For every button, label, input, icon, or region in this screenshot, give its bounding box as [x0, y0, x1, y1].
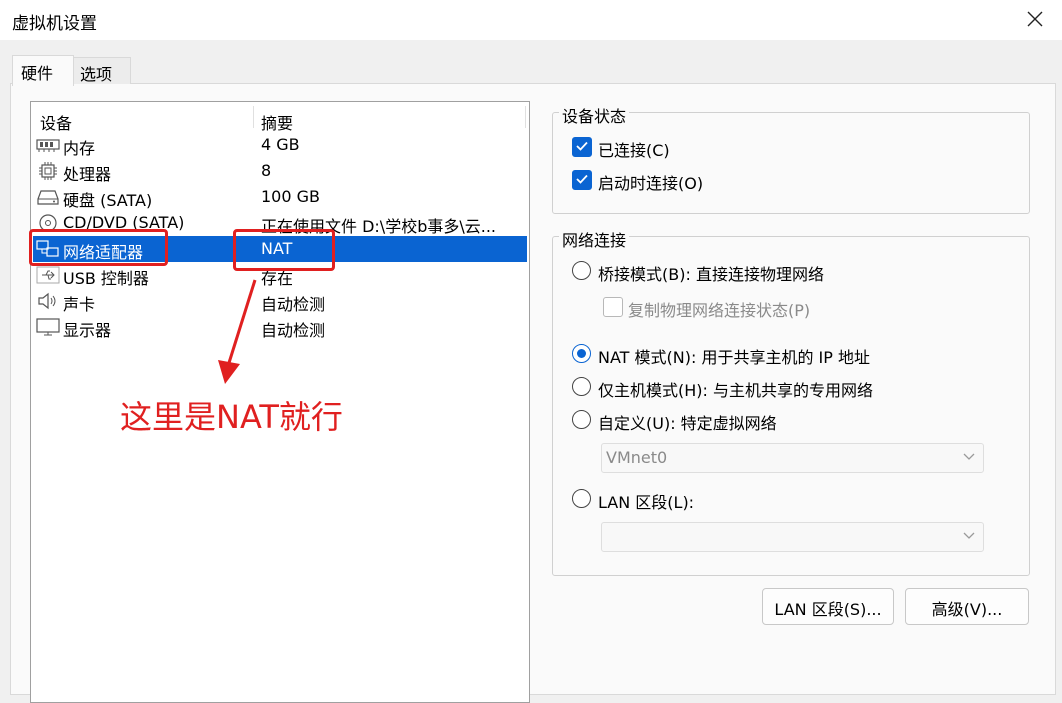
device-name: 声卡 — [63, 295, 96, 314]
close-icon — [1027, 11, 1043, 27]
device-summary: 自动检测 — [261, 321, 326, 340]
device-status-group — [552, 112, 1030, 214]
connect-at-power-on-checkbox[interactable] — [572, 170, 592, 190]
lan-segments-button-label: LAN 区段(S)... — [774, 600, 882, 619]
custom-network-select[interactable]: VMnet0 — [601, 443, 984, 473]
bridged-label[interactable]: 桥接模式(B): 直接连接物理网络 — [598, 261, 824, 285]
device-summary: 自动检测 — [261, 295, 326, 314]
custom-network-value: VMnet0 — [606, 448, 668, 467]
device-summary: 8 — [261, 161, 272, 180]
monitor-icon — [36, 318, 60, 336]
device-name: 处理器 — [63, 165, 112, 184]
close-button[interactable] — [1020, 4, 1050, 36]
lan-segment-label[interactable]: LAN 区段(L): — [598, 489, 694, 513]
nat-label[interactable]: NAT 模式(N): 用于共享主机的 IP 地址 — [598, 344, 870, 368]
lan-segment-radio[interactable] — [572, 489, 591, 508]
nat-radio[interactable] — [572, 344, 591, 363]
column-header-summary[interactable]: 摘要 — [261, 110, 293, 134]
usb-icon — [36, 266, 60, 284]
device-row-processor[interactable]: 处理器 8 — [33, 158, 527, 184]
device-summary: 4 GB — [261, 135, 300, 154]
tab-hardware-label: 硬件 — [21, 64, 54, 83]
device-name: USB 控制器 — [63, 269, 149, 288]
processor-icon — [39, 162, 57, 180]
network-connection-title: 网络连接 — [559, 227, 630, 251]
tab-options[interactable]: 选项 — [73, 57, 131, 84]
custom-label[interactable]: 自定义(U): 特定虚拟网络 — [598, 410, 777, 434]
bridged-radio[interactable] — [572, 261, 591, 280]
column-divider — [253, 106, 254, 128]
chevron-down-icon — [963, 453, 975, 460]
replicate-checkbox[interactable] — [603, 297, 623, 317]
harddisk-icon — [37, 190, 59, 205]
device-summary: 100 GB — [261, 187, 320, 206]
speaker-icon — [38, 292, 56, 310]
advanced-button[interactable]: 高级(V)... — [905, 588, 1029, 625]
connected-checkbox[interactable] — [572, 137, 592, 157]
device-row-display[interactable]: 显示器 自动检测 — [33, 314, 527, 340]
tab-hardware[interactable]: 硬件 — [12, 55, 74, 86]
device-row-sound[interactable]: 声卡 自动检测 — [33, 288, 527, 314]
checkmark-icon — [576, 174, 588, 184]
column-divider — [525, 106, 526, 128]
device-name: 显示器 — [63, 321, 112, 340]
host-only-radio[interactable] — [572, 377, 591, 396]
column-header-device[interactable]: 设备 — [40, 110, 72, 134]
annotation-arrow-icon — [218, 279, 257, 384]
device-status-title: 设备状态 — [559, 103, 630, 127]
connected-label[interactable]: 已连接(C) — [598, 137, 670, 161]
device-name: 硬盘 (SATA) — [63, 191, 153, 210]
lan-segment-select[interactable] — [601, 522, 984, 552]
checkmark-icon — [576, 141, 588, 151]
replicate-label[interactable]: 复制物理网络连接状态(P) — [628, 297, 810, 321]
device-row-harddisk[interactable]: 硬盘 (SATA) 100 GB — [33, 184, 527, 210]
highlight-box-network-adapter — [29, 229, 168, 266]
annotation-text: 这里是NAT就行 — [120, 398, 343, 436]
device-name: 内存 — [63, 139, 96, 158]
lan-segments-button[interactable]: LAN 区段(S)... — [762, 588, 894, 625]
title-bar: 虚拟机设置 — [0, 0, 1062, 40]
device-row-memory[interactable]: 内存 4 GB — [33, 132, 527, 158]
advanced-button-label: 高级(V)... — [931, 600, 1003, 619]
window-title: 虚拟机设置 — [12, 14, 97, 34]
host-only-label[interactable]: 仅主机模式(H): 与主机共享的专用网络 — [598, 377, 873, 401]
memory-icon — [36, 139, 60, 152]
highlight-box-nat — [233, 229, 335, 271]
connect-at-power-on-label[interactable]: 启动时连接(O) — [598, 170, 703, 194]
chevron-down-icon — [963, 532, 975, 539]
custom-radio[interactable] — [572, 410, 591, 429]
tab-options-label: 选项 — [80, 65, 113, 84]
